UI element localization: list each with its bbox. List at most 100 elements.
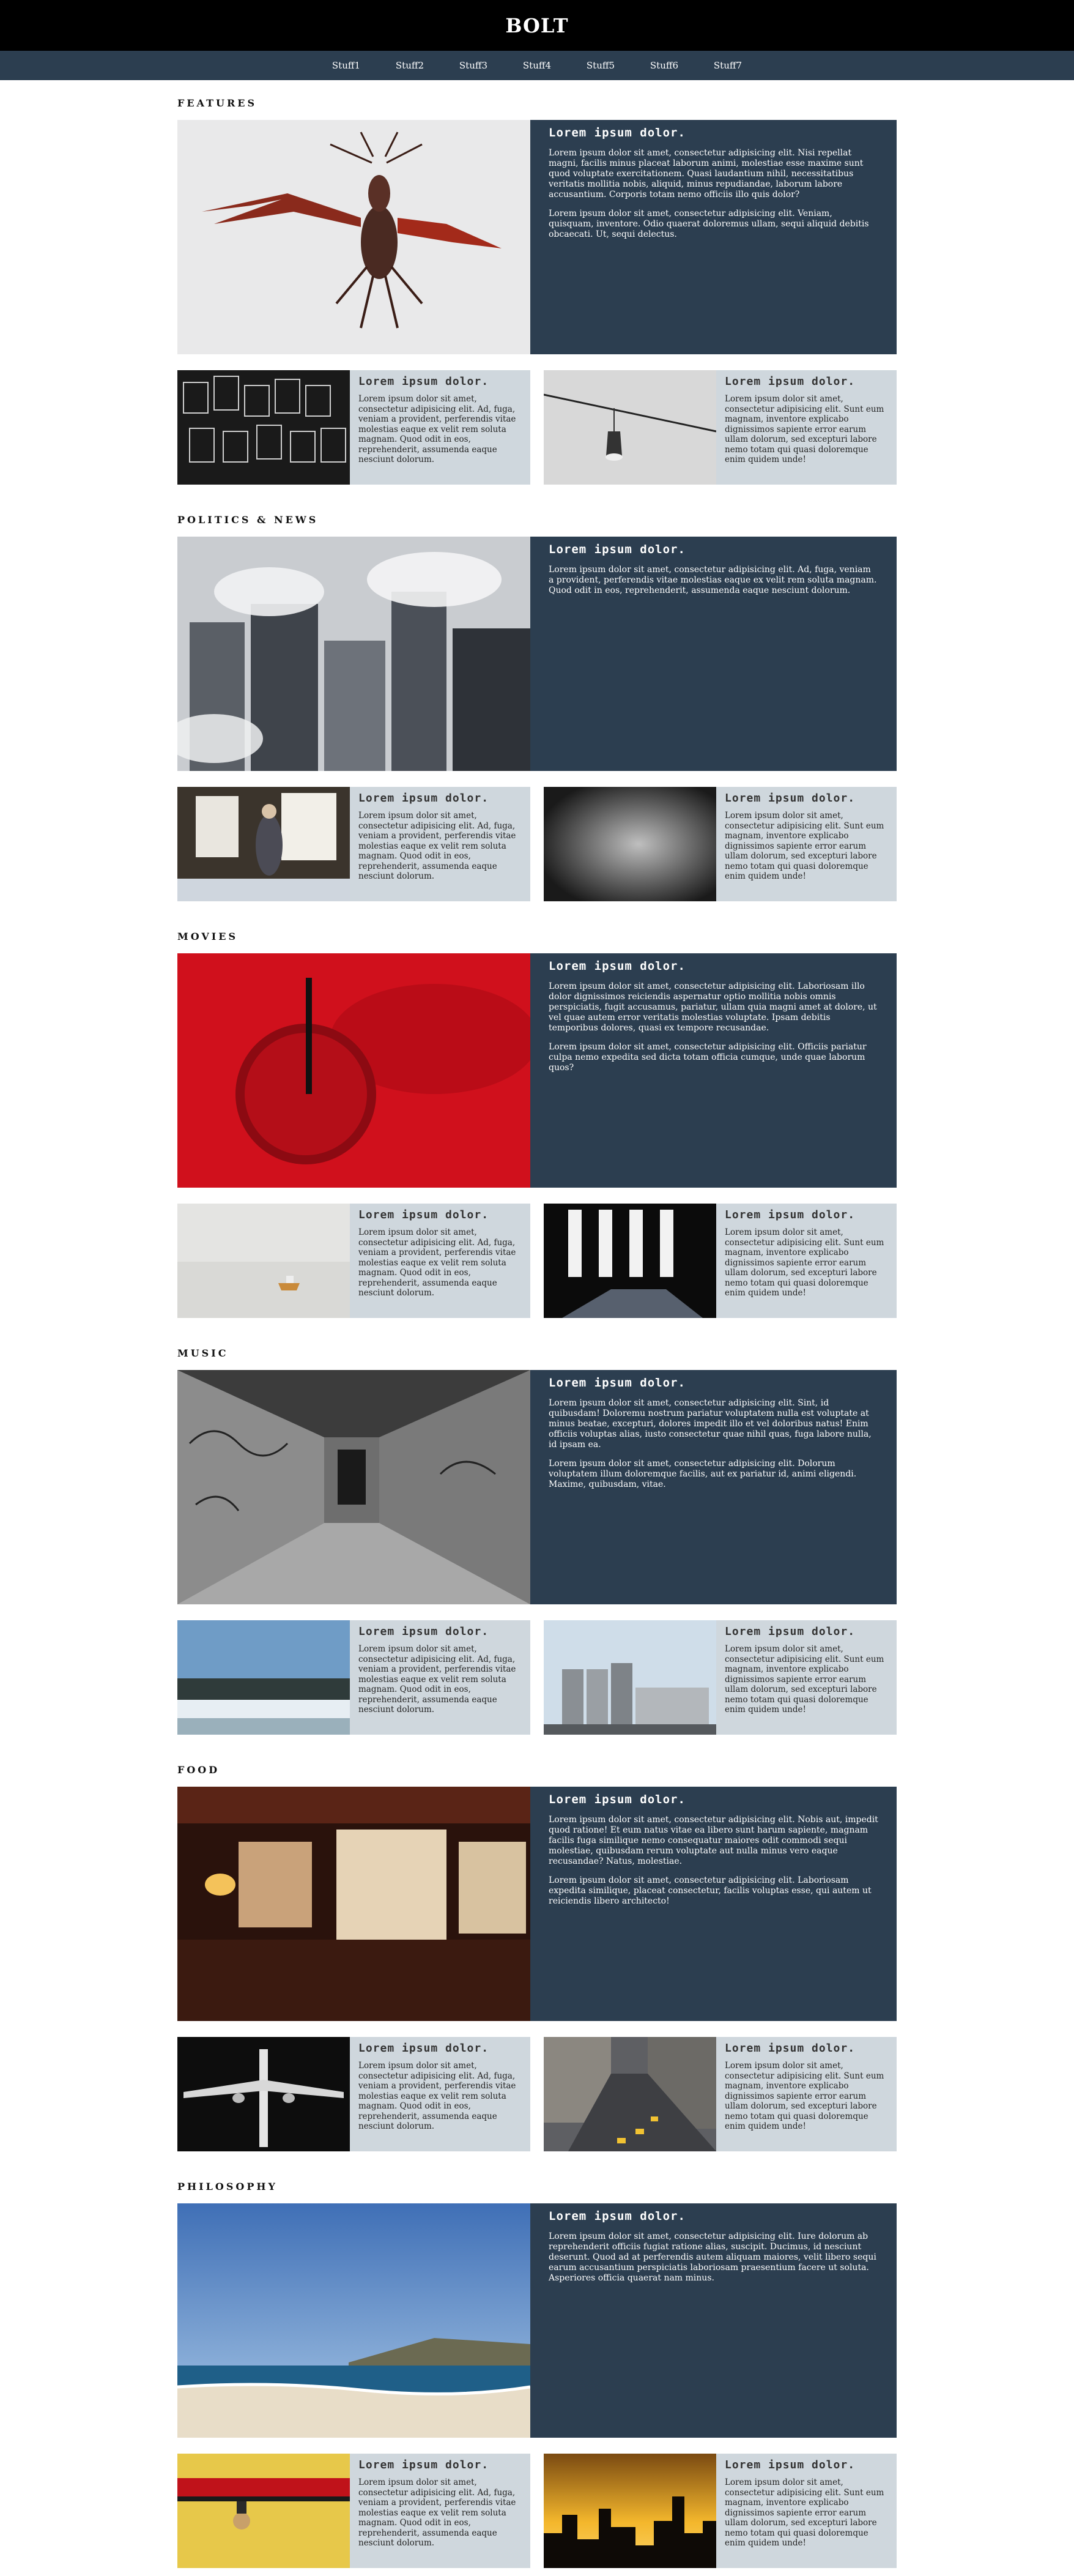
- card-heading[interactable]: Lorem ipsum dolor.: [725, 792, 888, 805]
- feature-article[interactable]: Lorem ipsum dolor. Lorem ipsum dolor sit…: [177, 2203, 897, 2438]
- card-heading[interactable]: Lorem ipsum dolor.: [358, 2042, 522, 2055]
- article-card[interactable]: Lorem ipsum dolor. Lorem ipsum dolor sit…: [544, 1204, 897, 1318]
- card-text: Lorem ipsum dolor. Lorem ipsum dolor sit…: [350, 370, 530, 485]
- site-logo[interactable]: BOLT: [505, 14, 568, 37]
- article-card[interactable]: Lorem ipsum dolor. Lorem ipsum dolor sit…: [544, 1620, 897, 1735]
- feature-paragraph: Lorem ipsum dolor sit amet, consectetur …: [549, 1042, 867, 1073]
- article-card[interactable]: Lorem ipsum dolor. Lorem ipsum dolor sit…: [544, 2037, 897, 2151]
- beach-photo[interactable]: [177, 2203, 530, 2438]
- card-row: Lorem ipsum dolor. Lorem ipsum dolor sit…: [177, 2037, 897, 2151]
- section-title: FOOD: [177, 1764, 220, 1776]
- feature-article[interactable]: Lorem ipsum dolor. Lorem ipsum dolor sit…: [177, 1370, 897, 1604]
- feature-paragraph: Lorem ipsum dolor sit amet, consectetur …: [549, 2232, 876, 2283]
- feature-paragraph: Lorem ipsum dolor sit amet, consectetur …: [549, 981, 877, 1033]
- nav-item-stuff7[interactable]: Stuff7: [696, 60, 760, 71]
- section-movies: MOVIES Lorem ipsum dolor. Lorem ipsum do…: [177, 901, 897, 1318]
- nav-item-stuff2[interactable]: Stuff2: [378, 60, 442, 71]
- article-card[interactable]: Lorem ipsum dolor. Lorem ipsum dolor sit…: [177, 2454, 530, 2568]
- red-drink-photo[interactable]: [177, 953, 530, 1188]
- feature-heading[interactable]: Lorem ipsum dolor.: [549, 959, 878, 973]
- article-card[interactable]: Lorem ipsum dolor. Lorem ipsum dolor sit…: [177, 370, 530, 485]
- card-text: Lorem ipsum dolor. Lorem ipsum dolor sit…: [716, 2454, 897, 2568]
- card-heading[interactable]: Lorem ipsum dolor.: [725, 1208, 888, 1221]
- card-text: Lorem ipsum dolor. Lorem ipsum dolor sit…: [350, 2037, 530, 2151]
- section-food: FOOD Lorem ipsum dolor. Lorem ipsum dolo…: [177, 1735, 897, 2151]
- card-body: Lorem ipsum dolor sit amet, consectetur …: [725, 394, 884, 464]
- city-steam-photo[interactable]: [177, 537, 530, 771]
- feature-paragraph: Lorem ipsum dolor sit amet, consectetur …: [549, 148, 864, 199]
- feature-paragraph: Lorem ipsum dolor sit amet, consectetur …: [549, 209, 869, 239]
- feature-paragraph: Lorem ipsum dolor sit amet, consectetur …: [549, 1875, 872, 1906]
- card-heading[interactable]: Lorem ipsum dolor.: [725, 375, 888, 388]
- card-row: Lorem ipsum dolor. Lorem ipsum dolor sit…: [177, 787, 897, 901]
- card-heading[interactable]: Lorem ipsum dolor.: [358, 1208, 522, 1221]
- article-card[interactable]: Lorem ipsum dolor. Lorem ipsum dolor sit…: [177, 1620, 530, 1735]
- card-body: Lorem ipsum dolor sit amet, consectetur …: [358, 1644, 516, 1714]
- airplane-photo[interactable]: [177, 2037, 350, 2151]
- man-at-window-photo[interactable]: [177, 787, 350, 901]
- dark-doorway-photo[interactable]: [544, 1204, 716, 1318]
- card-body: Lorem ipsum dolor sit amet, consectetur …: [358, 1227, 516, 1298]
- nav-item-stuff6[interactable]: Stuff6: [632, 60, 696, 71]
- card-text: Lorem ipsum dolor. Lorem ipsum dolor sit…: [716, 370, 897, 485]
- feature-panel: Lorem ipsum dolor. Lorem ipsum dolor sit…: [530, 1370, 897, 1604]
- sunset-skyline-photo[interactable]: [544, 2454, 716, 2568]
- feature-heading[interactable]: Lorem ipsum dolor.: [549, 1376, 878, 1390]
- feature-heading[interactable]: Lorem ipsum dolor.: [549, 543, 878, 556]
- feature-heading[interactable]: Lorem ipsum dolor.: [549, 2209, 878, 2223]
- card-body: Lorem ipsum dolor sit amet, consectetur …: [725, 1644, 884, 1714]
- site-header: BOLT: [0, 0, 1074, 51]
- card-body: Lorem ipsum dolor sit amet, consectetur …: [725, 2061, 884, 2131]
- feature-panel: Lorem ipsum dolor. Lorem ipsum dolor sit…: [530, 537, 897, 771]
- section-features: FEATURES Lorem ipsum dolor. Lorem ipsum …: [177, 80, 897, 485]
- graffiti-tunnel-photo[interactable]: [177, 1370, 530, 1604]
- industrial-silos-photo[interactable]: [544, 1620, 716, 1735]
- winter-shore-photo[interactable]: [177, 1620, 350, 1735]
- feature-heading[interactable]: Lorem ipsum dolor.: [549, 126, 878, 140]
- main-content: FEATURES Lorem ipsum dolor. Lorem ipsum …: [177, 80, 897, 2568]
- card-heading[interactable]: Lorem ipsum dolor.: [358, 2459, 522, 2471]
- article-card[interactable]: Lorem ipsum dolor. Lorem ipsum dolor sit…: [177, 2037, 530, 2151]
- feature-heading[interactable]: Lorem ipsum dolor.: [549, 1793, 878, 1806]
- restaurant-interior-photo[interactable]: [177, 1787, 530, 2021]
- feature-paragraph: Lorem ipsum dolor sit amet, consectetur …: [549, 565, 877, 595]
- birdcages-photo[interactable]: [177, 370, 350, 485]
- feature-article[interactable]: Lorem ipsum dolor. Lorem ipsum dolor sit…: [177, 120, 897, 354]
- card-heading[interactable]: Lorem ipsum dolor.: [725, 2459, 888, 2471]
- article-card[interactable]: Lorem ipsum dolor. Lorem ipsum dolor sit…: [177, 1204, 530, 1318]
- city-street-photo[interactable]: [544, 2037, 716, 2151]
- nav-item-stuff5[interactable]: Stuff5: [569, 60, 632, 71]
- card-row: Lorem ipsum dolor. Lorem ipsum dolor sit…: [177, 1620, 897, 1735]
- card-heading[interactable]: Lorem ipsum dolor.: [358, 792, 522, 805]
- feature-paragraph: Lorem ipsum dolor sit amet, consectetur …: [549, 1398, 872, 1450]
- nav-item-stuff3[interactable]: Stuff3: [442, 60, 505, 71]
- section-title: FEATURES: [177, 97, 257, 109]
- card-heading[interactable]: Lorem ipsum dolor.: [358, 375, 522, 388]
- section-title: PHILOSOPHY: [177, 2181, 278, 2192]
- card-body: Lorem ipsum dolor sit amet, consectetur …: [725, 811, 884, 881]
- nav-item-stuff4[interactable]: Stuff4: [505, 60, 569, 71]
- article-card[interactable]: Lorem ipsum dolor. Lorem ipsum dolor sit…: [544, 370, 897, 485]
- article-card[interactable]: Lorem ipsum dolor. Lorem ipsum dolor sit…: [177, 787, 530, 901]
- article-card[interactable]: Lorem ipsum dolor. Lorem ipsum dolor sit…: [544, 2454, 897, 2568]
- feature-panel: Lorem ipsum dolor. Lorem ipsum dolor sit…: [530, 120, 897, 354]
- feature-article[interactable]: Lorem ipsum dolor. Lorem ipsum dolor sit…: [177, 537, 897, 771]
- card-text: Lorem ipsum dolor. Lorem ipsum dolor sit…: [350, 787, 530, 901]
- card-row: Lorem ipsum dolor. Lorem ipsum dolor sit…: [177, 370, 897, 485]
- wet-pavement-photo[interactable]: [544, 787, 716, 901]
- card-heading[interactable]: Lorem ipsum dolor.: [358, 1625, 522, 1638]
- card-text: Lorem ipsum dolor. Lorem ipsum dolor sit…: [350, 1620, 530, 1735]
- boat-fog-photo[interactable]: [177, 1204, 350, 1318]
- lobster-photo[interactable]: [177, 120, 530, 354]
- feature-article[interactable]: Lorem ipsum dolor. Lorem ipsum dolor sit…: [177, 1787, 897, 2021]
- hanging-shoe-photo[interactable]: [544, 370, 716, 485]
- feature-article[interactable]: Lorem ipsum dolor. Lorem ipsum dolor sit…: [177, 953, 897, 1188]
- card-heading[interactable]: Lorem ipsum dolor.: [725, 2042, 888, 2055]
- yellow-wall-photo[interactable]: [177, 2454, 350, 2568]
- card-heading[interactable]: Lorem ipsum dolor.: [725, 1625, 888, 1638]
- nav-item-stuff1[interactable]: Stuff1: [314, 60, 378, 71]
- card-body: Lorem ipsum dolor sit amet, consectetur …: [725, 2477, 884, 2548]
- card-body: Lorem ipsum dolor sit amet, consectetur …: [358, 811, 516, 881]
- card-row: Lorem ipsum dolor. Lorem ipsum dolor sit…: [177, 2454, 897, 2568]
- article-card[interactable]: Lorem ipsum dolor. Lorem ipsum dolor sit…: [544, 787, 897, 901]
